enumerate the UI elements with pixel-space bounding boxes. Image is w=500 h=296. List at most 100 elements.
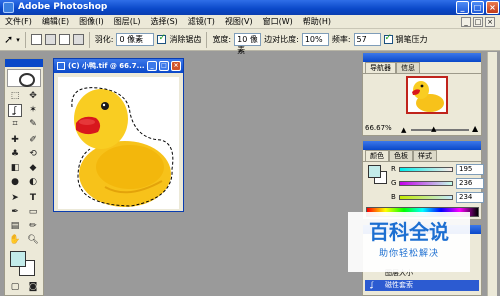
history-brush-marker-icon: ʆ (371, 281, 374, 289)
lasso-tool-preset-icon[interactable]: ➚ (4, 33, 13, 46)
maximize-button[interactable]: □ (471, 1, 484, 14)
doc-close-button[interactable]: × (171, 61, 181, 71)
path-selection-tool-icon[interactable]: ➤ (8, 192, 22, 205)
color-panel-header[interactable] (363, 141, 481, 150)
toolbox-header[interactable] (5, 59, 43, 67)
minimize-button[interactable]: _ (456, 1, 469, 14)
photoshop-eye-logo[interactable] (7, 69, 41, 87)
clone-stamp-tool-icon[interactable]: ♣ (8, 148, 22, 161)
history-item-label: 磁性套索 (385, 281, 413, 289)
g-value-input[interactable]: 236 (456, 178, 484, 189)
menu-select[interactable]: 选择(S) (145, 16, 182, 27)
document-window: (C) 小鸭.tif @ 66.7... _ □ × (53, 58, 184, 212)
toolbox: ⬚ ✥ ʆ ✶ ⌗ ✎ ✚ ✐ ♣ ⟲ ◧ ◆ ● ◐ ➤ T ✒ ▭ ▤ ✏ … (4, 58, 44, 296)
slice-tool-icon[interactable]: ✎ (26, 118, 40, 131)
baike-watermark: 百科全说 助你轻松解决 (348, 212, 470, 272)
doc-maximize-button[interactable]: □ (159, 61, 169, 71)
antialias-label: 消除锯齿 (169, 35, 202, 44)
menu-file[interactable]: 文件(F) (0, 16, 37, 27)
new-selection-icon[interactable] (30, 34, 42, 45)
add-selection-icon[interactable] (44, 34, 56, 45)
standard-mode-icon[interactable]: ▢ (8, 281, 22, 294)
history-item-selected[interactable]: ʆ 磁性套索 (365, 280, 479, 291)
document-title-bar[interactable]: (C) 小鸭.tif @ 66.7... _ □ × (54, 59, 183, 73)
tab-navigator[interactable]: 导航器 (365, 62, 396, 73)
intersect-selection-icon[interactable] (72, 34, 84, 45)
menu-window[interactable]: 窗口(W) (258, 16, 298, 27)
close-button[interactable]: × (486, 1, 499, 14)
tab-color[interactable]: 颜色 (365, 150, 389, 161)
mdi-restore-button[interactable]: □ (473, 17, 483, 27)
document-title: (C) 小鸭.tif @ 66.7... (68, 62, 145, 70)
r-value-input[interactable]: 195 (456, 164, 484, 175)
pen-pressure-label: 钢笔压力 (395, 35, 428, 44)
pen-tool-icon[interactable]: ✒ (8, 206, 22, 219)
foreground-color-swatch[interactable] (10, 251, 26, 267)
move-tool-icon[interactable]: ✥ (26, 90, 40, 103)
zoom-out-icon[interactable]: ▲ (401, 126, 406, 134)
menu-view[interactable]: 视图(V) (220, 16, 258, 27)
navigator-duck-thumbnail (412, 81, 444, 112)
g-label: G (391, 179, 397, 187)
menu-filter[interactable]: 滤镜(T) (183, 16, 220, 27)
image-canvas[interactable] (58, 77, 179, 209)
eraser-tool-icon[interactable]: ◧ (8, 162, 22, 175)
edge-contrast-label: 边对比度: (264, 35, 299, 44)
r-slider[interactable] (399, 167, 453, 172)
zoom-slider[interactable] (411, 129, 469, 131)
feather-input[interactable]: 0 像素 (116, 33, 155, 46)
edge-contrast-input[interactable]: 10% (301, 33, 329, 46)
zoom-tool-icon[interactable]: 🔍︎ (26, 234, 40, 247)
navigator-panel-header[interactable] (363, 53, 481, 62)
menu-edit[interactable]: 编辑(E) (37, 16, 74, 27)
zoom-percentage[interactable]: 66.67% (365, 124, 392, 132)
antialias-checkbox[interactable] (157, 33, 167, 44)
mdi-close-button[interactable]: × (485, 17, 495, 27)
notes-tool-icon[interactable]: ▤ (8, 220, 22, 233)
history-brush-tool-icon[interactable]: ⟲ (26, 148, 40, 161)
doc-minimize-button[interactable]: _ (147, 61, 157, 71)
subtract-selection-icon[interactable] (58, 34, 70, 45)
palette-well-scrollbar[interactable] (487, 52, 497, 296)
paint-bucket-tool-icon[interactable]: ◆ (26, 162, 40, 175)
chevron-down-icon[interactable]: ▾ (16, 36, 20, 44)
document-icon (57, 62, 65, 70)
b-value-input[interactable]: 234 (456, 192, 484, 203)
zoom-in-icon[interactable]: ▲ (472, 124, 478, 133)
frequency-label: 频率: (331, 35, 351, 44)
tab-swatches[interactable]: 色板 (389, 150, 413, 161)
shape-tool-icon[interactable]: ▭ (26, 206, 40, 219)
navigator-tabs: 导航器 信息 (363, 62, 481, 74)
magic-wand-tool-icon[interactable]: ✶ (26, 104, 40, 117)
menu-help[interactable]: 帮助(H) (298, 16, 336, 27)
mdi-minimize-button[interactable]: _ (461, 17, 471, 27)
marquee-tool-icon[interactable]: ⬚ (8, 90, 22, 103)
crop-tool-icon[interactable]: ⌗ (8, 118, 22, 131)
lasso-tool-icon[interactable]: ʆ (8, 104, 22, 117)
pen-pressure-checkbox[interactable] (383, 33, 393, 44)
tab-info[interactable]: 信息 (396, 62, 420, 73)
dodge-tool-icon[interactable]: ◐ (26, 176, 40, 189)
window-title: Adobe Photoshop (18, 2, 108, 12)
navigator-preview[interactable] (406, 76, 448, 114)
b-label: B (391, 193, 396, 201)
b-slider[interactable] (399, 195, 453, 200)
brush-tool-icon[interactable]: ✐ (26, 134, 40, 147)
zoom-slider-thumb[interactable]: ▲ (431, 125, 436, 133)
width-input[interactable]: 10 像素 (234, 33, 262, 55)
tab-styles[interactable]: 样式 (413, 150, 437, 161)
frequency-input[interactable]: 57 (353, 33, 381, 46)
g-slider[interactable] (399, 181, 453, 186)
menu-image[interactable]: 图像(I) (74, 16, 109, 27)
quick-mask-mode-icon[interactable]: ◙ (26, 281, 40, 294)
hand-tool-icon[interactable]: ✋ (8, 234, 22, 247)
panel-foreground-swatch[interactable] (368, 165, 381, 178)
eyedropper-tool-icon[interactable]: ✏ (26, 220, 40, 233)
menu-layer[interactable]: 图层(L) (109, 16, 146, 27)
photoshop-app-icon (3, 2, 14, 13)
blur-tool-icon[interactable]: ● (8, 176, 22, 189)
title-bar: Adobe Photoshop _ □ × (0, 0, 500, 15)
healing-brush-tool-icon[interactable]: ✚ (8, 134, 22, 147)
type-tool-icon[interactable]: T (26, 192, 40, 205)
watermark-title: 百科全说 (369, 220, 449, 244)
